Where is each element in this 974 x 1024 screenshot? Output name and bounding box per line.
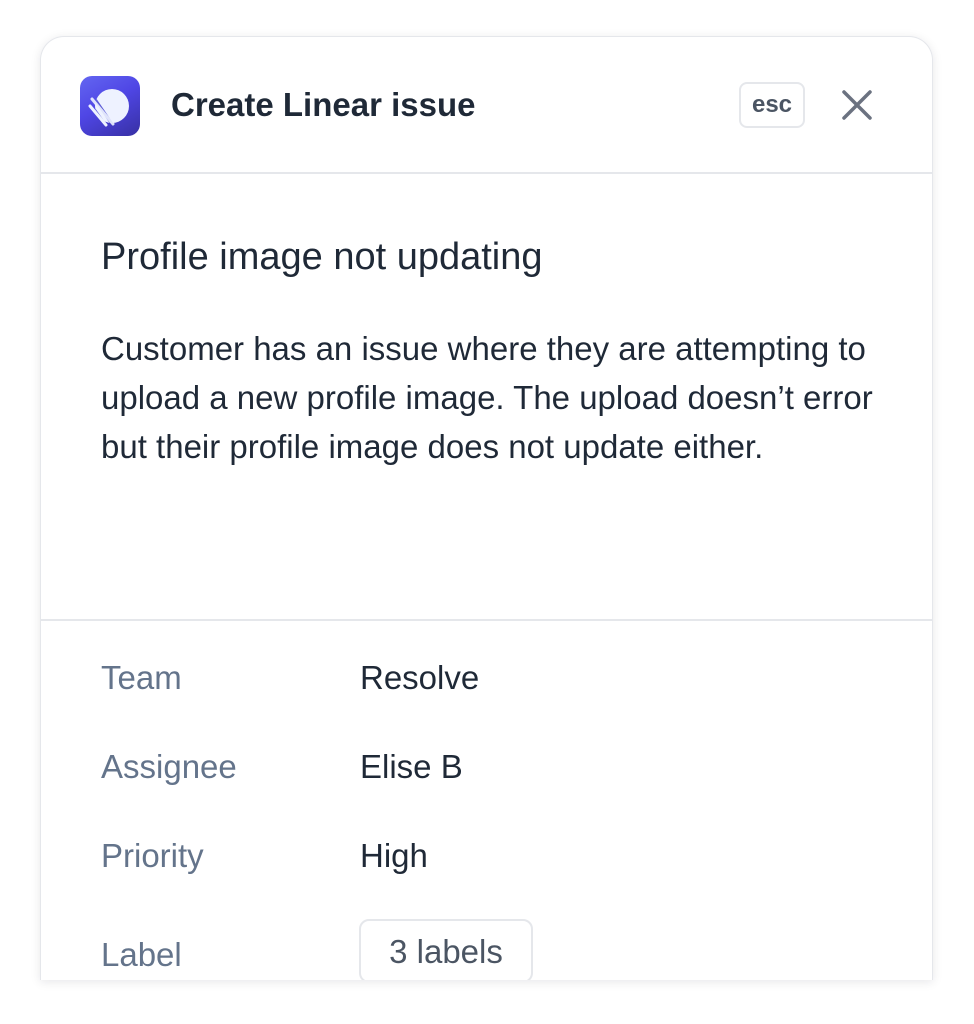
label-label: Label bbox=[101, 936, 182, 973]
issue-description[interactable]: Customer has an issue where they are att… bbox=[101, 324, 881, 471]
dialog-title: Create Linear issue bbox=[171, 86, 476, 123]
priority-value[interactable]: High bbox=[360, 834, 428, 878]
assignee-label: Assignee bbox=[101, 748, 237, 785]
team-value[interactable]: Resolve bbox=[360, 656, 479, 700]
esc-key-hint[interactable]: esc bbox=[739, 82, 805, 128]
assignee-value[interactable]: Elise B bbox=[360, 745, 463, 789]
close-button[interactable] bbox=[837, 85, 877, 125]
issue-content: Profile image not updating Customer has … bbox=[41, 174, 932, 621]
dialog-header: Create Linear issue esc bbox=[41, 37, 932, 174]
linear-logo-icon bbox=[80, 76, 140, 136]
team-label: Team bbox=[101, 659, 182, 696]
issue-title[interactable]: Profile image not updating bbox=[101, 232, 881, 282]
labels-chip[interactable]: 3 labels bbox=[359, 919, 533, 980]
priority-label: Priority bbox=[101, 837, 204, 874]
create-issue-dialog: Create Linear issue esc Profile image no… bbox=[40, 36, 933, 980]
close-icon bbox=[842, 90, 872, 120]
